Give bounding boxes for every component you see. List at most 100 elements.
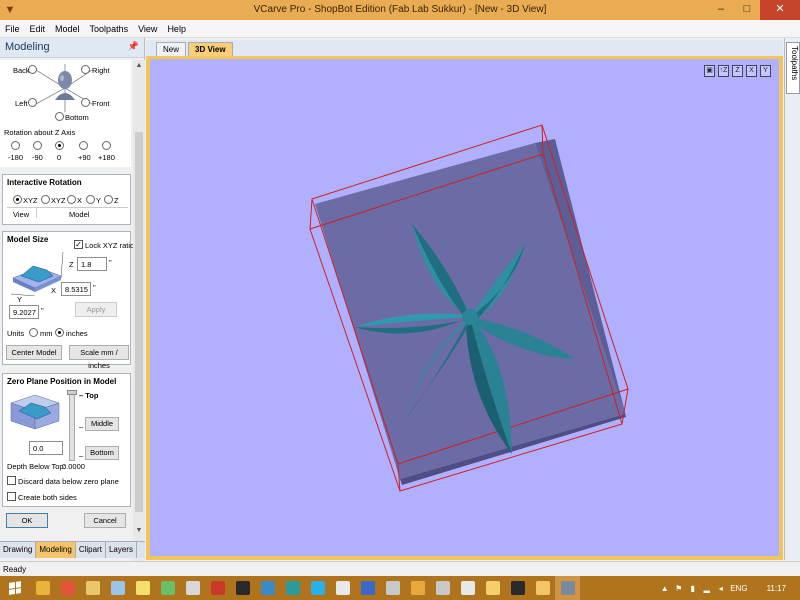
menu-edit[interactable]: Edit: [25, 24, 51, 34]
fusion-icon[interactable]: [255, 576, 280, 600]
language-indicator[interactable]: ENG: [730, 584, 747, 593]
menu-view[interactable]: View: [133, 24, 162, 34]
orient-back-label: Back: [13, 66, 30, 75]
view-z-icon[interactable]: Z: [732, 65, 743, 77]
shopbot-icon[interactable]: [505, 576, 530, 600]
disc-icon[interactable]: [330, 576, 355, 600]
zero-plane-slider-thumb[interactable]: [67, 390, 77, 395]
discard-data-checkbox[interactable]: [7, 476, 16, 485]
rotation-0-radio[interactable]: [55, 141, 64, 150]
cancel-button[interactable]: Cancel: [84, 513, 126, 528]
pdf-icon[interactable]: [180, 576, 205, 600]
ok-button[interactable]: OK: [6, 513, 48, 528]
vcarve-icon[interactable]: [555, 576, 580, 600]
scale-units-button[interactable]: Scale mm / inches: [69, 345, 129, 370]
scrollbar-thumb[interactable]: [135, 132, 143, 512]
units-mm-radio[interactable]: [29, 328, 38, 337]
skype-icon[interactable]: [305, 576, 330, 600]
3d-viewport[interactable]: ▣ ↑Z Z X Y: [150, 59, 779, 556]
view-z-up-icon[interactable]: ↑Z: [718, 65, 729, 77]
rot-y-radio[interactable]: [86, 195, 95, 204]
clock[interactable]: 11:17: [767, 584, 786, 593]
view-iso-icon[interactable]: ▣: [704, 65, 715, 77]
pin-icon[interactable]: 📌: [128, 41, 139, 52]
tab-new[interactable]: New: [156, 42, 187, 56]
rot-xyz-view-radio[interactable]: [13, 195, 22, 204]
orient-right-radio[interactable]: [81, 65, 90, 74]
view-y-icon[interactable]: Y: [760, 65, 771, 77]
paint-icon[interactable]: [405, 576, 430, 600]
close-button[interactable]: ✕: [760, 0, 800, 20]
arduino-icon[interactable]: [280, 576, 305, 600]
menu-help[interactable]: Help: [162, 24, 191, 34]
toolpaths-tab[interactable]: Toolpaths: [786, 42, 800, 94]
document-tabs: New 3D View: [146, 40, 783, 56]
chrome-icon[interactable]: [30, 576, 55, 600]
eye-icon[interactable]: [380, 576, 405, 600]
folder-icon[interactable]: [530, 576, 555, 600]
middle-button[interactable]: Middle: [85, 417, 119, 431]
notes-icon[interactable]: [480, 576, 505, 600]
menu-model[interactable]: Model: [50, 24, 85, 34]
orient-front-radio[interactable]: [81, 98, 90, 107]
settings-icon[interactable]: [430, 576, 455, 600]
z-size-input[interactable]: 1.8: [77, 257, 107, 271]
units-mm-label: mm: [40, 329, 53, 338]
center-model-button[interactable]: Center Model: [6, 345, 62, 360]
tool-icon[interactable]: [130, 576, 155, 600]
gem-icon[interactable]: [155, 576, 180, 600]
rotation-z-label: Rotation about Z Axis: [4, 128, 76, 137]
system-tray: ▲ ⚑ ▮ ▂ ◂ ENG 11:17: [660, 576, 800, 600]
tab-modeling[interactable]: Modeling: [36, 542, 76, 558]
acrobat-icon[interactable]: [205, 576, 230, 600]
zero-plane-value-input[interactable]: 0.0: [29, 441, 63, 455]
orient-left-radio[interactable]: [28, 98, 37, 107]
power-icon[interactable]: ▮: [688, 584, 697, 593]
menu-file[interactable]: File: [0, 24, 25, 34]
cura-icon[interactable]: [355, 576, 380, 600]
x-size-input[interactable]: 8.5315: [61, 282, 91, 296]
document-icon[interactable]: [105, 576, 130, 600]
rot-xyz-model-radio[interactable]: [41, 195, 50, 204]
discard-data-label: Discard data below zero plane: [18, 477, 119, 486]
tab-drawing[interactable]: Drawing: [0, 542, 37, 558]
view-x-icon[interactable]: X: [746, 65, 757, 77]
orient-bottom-radio[interactable]: [55, 112, 64, 121]
rotation-pos180-radio[interactable]: [102, 141, 111, 150]
minimize-button[interactable]: –: [708, 0, 734, 20]
status-text: Ready: [3, 565, 27, 574]
apply-button[interactable]: Apply: [75, 302, 117, 317]
network-icon[interactable]: ▲: [660, 584, 669, 593]
bottom-button[interactable]: Bottom: [85, 446, 119, 460]
brush-icon[interactable]: [455, 576, 480, 600]
tab-clipart[interactable]: Clipart: [76, 542, 106, 558]
scroll-down-icon[interactable]: ▼: [133, 525, 145, 537]
media-icon[interactable]: [55, 576, 80, 600]
rotation-pos90-radio[interactable]: [79, 141, 88, 150]
unit-mark: ": [93, 283, 96, 292]
rot-z-radio[interactable]: [104, 195, 113, 204]
lock-ratio-checkbox[interactable]: ✓: [74, 240, 83, 249]
rot-x-radio[interactable]: [67, 195, 76, 204]
panel-header: Modeling 📌: [0, 38, 144, 58]
orient-left-label: Left: [15, 99, 28, 108]
create-both-sides-checkbox[interactable]: [7, 492, 16, 501]
rotation-neg90-radio[interactable]: [33, 141, 42, 150]
menu-toolpaths[interactable]: Toolpaths: [85, 24, 134, 34]
tab-layers[interactable]: Layers: [106, 542, 137, 558]
flag-icon[interactable]: ⚑: [674, 584, 683, 593]
explorer-icon[interactable]: [80, 576, 105, 600]
units-inches-radio[interactable]: [55, 328, 64, 337]
start-button[interactable]: [0, 576, 30, 600]
zero-plane-slider-track[interactable]: [69, 391, 75, 461]
panel-scrollbar[interactable]: ▲ ▼: [133, 60, 145, 580]
scroll-up-icon[interactable]: ▲: [133, 60, 145, 72]
tab-3d-view[interactable]: 3D View: [188, 42, 233, 56]
inkscape-icon[interactable]: [230, 576, 255, 600]
y-size-input[interactable]: 9.2027: [9, 305, 39, 319]
volume-icon[interactable]: ◂: [716, 584, 725, 593]
maximize-button[interactable]: □: [734, 0, 760, 20]
rotation-option-label: 0: [57, 153, 62, 162]
signal-icon[interactable]: ▂: [702, 584, 711, 593]
rotation-neg180-radio[interactable]: [11, 141, 20, 150]
